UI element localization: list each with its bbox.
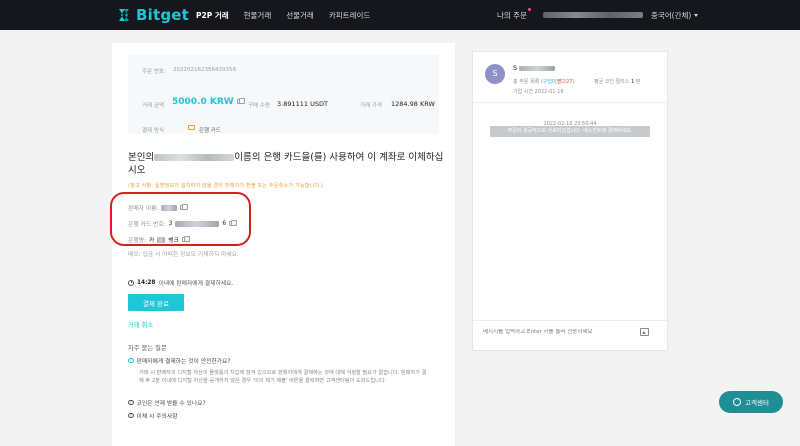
nav-copy-trade[interactable]: 카피트레이드 xyxy=(329,10,370,21)
question-icon: ? xyxy=(128,399,134,406)
order-stats: 총 주문 목록 (구입0|팔다27) xyxy=(513,78,574,85)
amount-text: 5000.0 KRW xyxy=(172,97,234,107)
join-value: 2022-01-16 xyxy=(534,89,564,95)
faq-question-3[interactable]: ? 이체 시 주의사항 xyxy=(128,411,178,420)
bank-card-icon xyxy=(188,125,195,130)
blurred-name xyxy=(154,154,235,161)
logo-text: Bitget xyxy=(136,6,190,24)
main-nav: P2P 거래 현물거래 선물거래 카피트레이드 xyxy=(196,0,370,30)
join-label: 가입 시간 xyxy=(513,89,533,95)
qty-label: 구매 수량 xyxy=(248,103,270,109)
release-time: 평균 코인 릴리스 1 분 xyxy=(594,78,640,85)
amount-value: 5000.0 KRW xyxy=(172,97,245,107)
stats-prefix: 총 주문 목록 ( xyxy=(513,79,543,85)
payment-value: 은행 카드 xyxy=(199,128,221,134)
language-selector[interactable]: 중국어(간체) xyxy=(650,10,699,21)
release-value: 1 xyxy=(630,79,635,85)
qty-value: 3.891111 USDT xyxy=(277,100,328,108)
transfer-instruction: 본인의 이름의 은행 카드을(를) 사용하여 이 계좌로 이체하십시오 xyxy=(128,151,448,177)
stats-sell: 팔다27 xyxy=(556,79,573,85)
nav-p2p[interactable]: P2P 거래 xyxy=(196,10,229,21)
counterparty-initial: S xyxy=(513,64,518,72)
order-no-value: 202202162356439358 xyxy=(173,67,236,73)
my-orders-link[interactable]: 나의 주문 xyxy=(497,7,531,21)
memo-text: 메모: 입금 시 어떠한 정보도 기재하지 마세요. xyxy=(128,252,239,258)
faq-question-2-text: 코인은 언제 받을 수 있나요? xyxy=(136,401,206,407)
counterparty-name: S xyxy=(513,64,556,72)
highlight-ring xyxy=(110,192,251,246)
price-value: 1284.98 KRW xyxy=(391,100,435,108)
nav-spot[interactable]: 현물거래 xyxy=(244,10,272,21)
faq-answer-1: 거래 시 판매자의 디지털 자산이 플랫폼의 지갑에 잠겨 있으므로 판매자에게… xyxy=(139,370,427,385)
avatar: S xyxy=(485,64,505,84)
chat-divider xyxy=(473,102,667,103)
customer-support-button[interactable]: 고객센터 xyxy=(719,391,783,413)
faq-question-1-text: 판매자에게 결제하는 것이 안전한가요? xyxy=(136,359,231,365)
my-orders-label: 나의 주문 xyxy=(497,10,527,20)
user-area: 나의 주문 중국어(간체) xyxy=(497,0,699,30)
payment-countdown: 14:28 이내에 판매자에게 결제하세요. xyxy=(128,278,233,287)
faq-title: 자주 묻는 질문 xyxy=(128,345,167,352)
release-label: 평균 코인 릴리스 xyxy=(594,79,630,85)
copy-icon[interactable] xyxy=(236,98,245,104)
amount-label: 거래 금액 xyxy=(142,103,164,109)
stats-buy: 구입0 xyxy=(542,79,556,85)
order-no-label: 주문 번호: xyxy=(142,69,166,75)
countdown-time: 14:28 xyxy=(137,279,156,286)
faq-question-1[interactable]: ? 판매자에게 결제하는 것이 안전한가요? xyxy=(128,356,230,365)
stats-suffix: ) xyxy=(572,79,575,85)
system-message: 주문이 성공적으로 완료되었습니다. 에스컨트에 결제하세요. xyxy=(490,126,650,137)
instruction-prefix: 본인의 xyxy=(128,152,155,163)
faq-question-3-text: 이체 시 주의사항 xyxy=(136,414,178,420)
countdown-text: 이내에 판매자에게 결제하세요. xyxy=(158,281,234,287)
payment-label: 결제 방식 xyxy=(142,128,164,134)
chat-bubble-icon xyxy=(733,398,742,406)
user-id-blurred[interactable] xyxy=(542,12,643,18)
price-label: 거래 가격 xyxy=(360,103,382,109)
join-date: 가입 시간 2022-01-16 xyxy=(513,88,564,95)
faq-question-2[interactable]: ? 코인은 언제 받을 수 있나요? xyxy=(128,398,206,407)
clock-icon xyxy=(128,279,134,286)
question-icon: ? xyxy=(128,412,134,419)
cancel-trade-link[interactable]: 거래 취소 xyxy=(128,320,153,329)
order-info-box: 주문 번호: 202202162356439358 거래 금액 5000.0 K… xyxy=(128,55,439,134)
top-nav-bar: Bitget P2P 거래 현물거래 선물거래 카피트레이드 나의 주문 중국어… xyxy=(0,0,800,30)
bitget-logo-icon xyxy=(119,9,129,21)
name-match-notice: (참고 사항: 실명정보가 일치하지 않을 경우 판매자가 환불 또는 주문취소… xyxy=(128,183,324,189)
language-label: 중국어(간체) xyxy=(650,10,692,20)
counterparty-name-blurred xyxy=(519,65,556,71)
payment-done-button[interactable]: 결제 완료 xyxy=(128,294,184,311)
bitget-logo[interactable]: Bitget xyxy=(115,6,189,24)
chat-message-input[interactable] xyxy=(483,329,643,335)
image-upload-icon[interactable] xyxy=(640,328,649,336)
chat-panel: S S 총 주문 목록 (구입0|팔다27) 평균 코인 릴리스 1 분 가입 … xyxy=(472,51,668,351)
chevron-down-icon xyxy=(694,13,699,17)
release-unit: 분 xyxy=(635,79,641,85)
question-icon: ? xyxy=(128,357,134,364)
support-label: 고객센터 xyxy=(745,399,769,407)
chat-input-divider xyxy=(473,320,667,321)
notification-dot xyxy=(527,7,531,11)
nav-futures[interactable]: 선물거래 xyxy=(286,10,314,21)
